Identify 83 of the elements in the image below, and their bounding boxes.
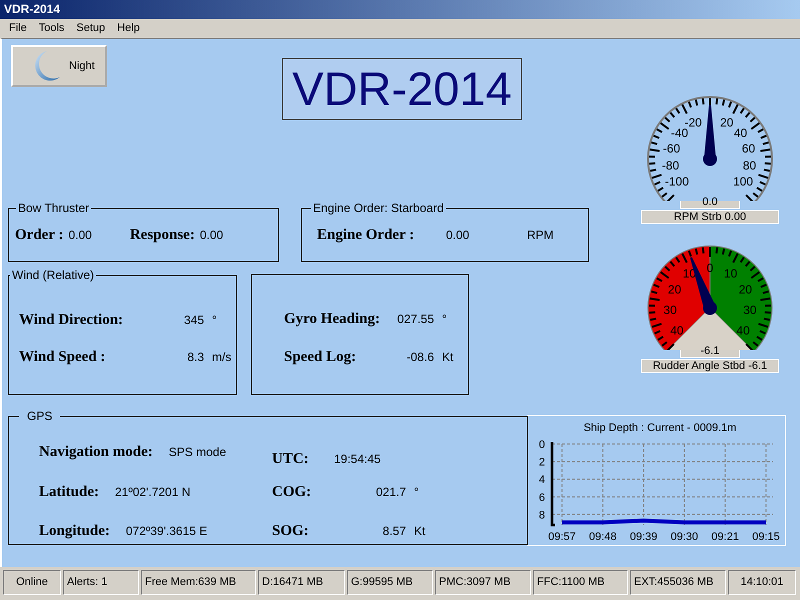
unit-label: RPM (527, 227, 554, 243)
chart-title: Ship Depth : Current - 0009.1m (584, 422, 736, 434)
axis-label: 8 (538, 509, 545, 522)
menu-item[interactable]: Tools (32, 19, 70, 38)
status-panel: Free Mem:639 MB (141, 570, 256, 595)
field-value: 072º39'.3615 E (126, 523, 208, 539)
unit-label: ° (414, 484, 419, 500)
field-value: 021.7 (374, 484, 406, 500)
scale-label: 40 (734, 126, 748, 140)
field-value: 0.00 (68, 227, 92, 243)
field-value: 0.00 (446, 227, 470, 243)
scale-label: 30 (743, 303, 757, 318)
status-panel: Alerts: 1 (63, 570, 139, 595)
scale-label: -60 (662, 141, 680, 156)
axis-label: 09:21 (711, 531, 739, 543)
field-label: Longitude: (39, 523, 110, 539)
window-title: VDR-2014 (3, 1, 60, 18)
scale-label: -80 (662, 158, 680, 172)
group-title: Engine Order: Starboard (311, 201, 446, 215)
status-panel: EXT:455036 MB (630, 570, 726, 595)
field-value: 8.3 (186, 349, 204, 365)
field-label: Navigation mode: (39, 444, 153, 460)
menu-item[interactable]: File (3, 19, 33, 38)
group-title: Wind (Relative) (10, 268, 96, 282)
group-title: Bow Thruster (16, 201, 92, 215)
status-panel: 14:10:01 (728, 570, 796, 595)
field-value: 21º02'.7201 N (115, 484, 190, 500)
field-value: 8.57 (382, 523, 406, 539)
menu-item[interactable]: Setup (70, 19, 112, 38)
field-label: Gyro Heading: (284, 311, 381, 327)
gauge-caption: Rudder Angle Stbd -6.1 (641, 359, 779, 373)
axis-label: 09:39 (630, 531, 658, 543)
axis-label: 09:30 (670, 531, 698, 543)
field-label: Response: (130, 227, 195, 243)
field-value: 0.00 (200, 227, 224, 243)
axis-label: 09:15 (752, 531, 780, 543)
unit-label: m/s (212, 349, 232, 365)
field-value: SPS mode (168, 444, 226, 460)
scale-label: 10 (724, 266, 738, 281)
field-label: Order : (15, 227, 64, 243)
axis-label: 09:57 (548, 531, 576, 543)
field-label: UTC: (272, 451, 310, 467)
unit-label: Kt (414, 523, 426, 539)
field-label: Wind Direction: (19, 312, 124, 328)
status-panel: D:16471 MB (258, 570, 345, 595)
field-label: COG: (272, 484, 312, 500)
field-value: 027.55 (396, 311, 434, 327)
scale-label: 20 (738, 282, 752, 296)
field-value: 345 (182, 312, 204, 328)
field-value: 19:54:45 (334, 451, 382, 467)
status-panel: PMC:3097 MB (435, 570, 531, 595)
field-label: Engine Order : (317, 227, 416, 243)
axis-label: 0 (538, 439, 545, 451)
axis-label: 6 (538, 492, 545, 504)
scale-label: 100 (733, 174, 754, 188)
field-label: Wind Speed : (19, 349, 106, 365)
gauge-caption: RPM Strb 0.00 (641, 210, 779, 224)
field-label: Latitude: (39, 484, 99, 500)
scale-label: 20 (668, 282, 682, 296)
scale-label: 30 (663, 303, 677, 318)
scale-label: 60 (742, 141, 756, 156)
status-panel: Online (3, 570, 61, 595)
axis-label: 4 (538, 474, 545, 486)
app-title: VDR-2014 (282, 58, 522, 120)
scale-label: 80 (742, 158, 756, 172)
scale-label: 40 (670, 324, 684, 338)
field-label: Speed Log: (284, 349, 358, 365)
group-title: GPS (19, 409, 60, 423)
menu-item[interactable]: Help (111, 19, 146, 38)
field-value: -08.6 (406, 349, 434, 365)
axis-label: 09:48 (589, 531, 617, 543)
field-label: SOG: (272, 523, 310, 539)
scale-label: 0 (706, 261, 714, 275)
axis-label: 2 (538, 456, 545, 469)
status-panel: G:99595 MB (347, 570, 433, 595)
unit-label: ° (442, 311, 447, 327)
unit-label: Kt (442, 349, 454, 365)
night-button[interactable]: Night (11, 45, 107, 87)
scale-label: -100 (664, 174, 689, 188)
status-panel: FFC:1100 MB (533, 570, 628, 595)
unit-label: ° (212, 312, 217, 328)
scale-label: 40 (736, 324, 750, 338)
scale-label: 20 (720, 116, 734, 130)
